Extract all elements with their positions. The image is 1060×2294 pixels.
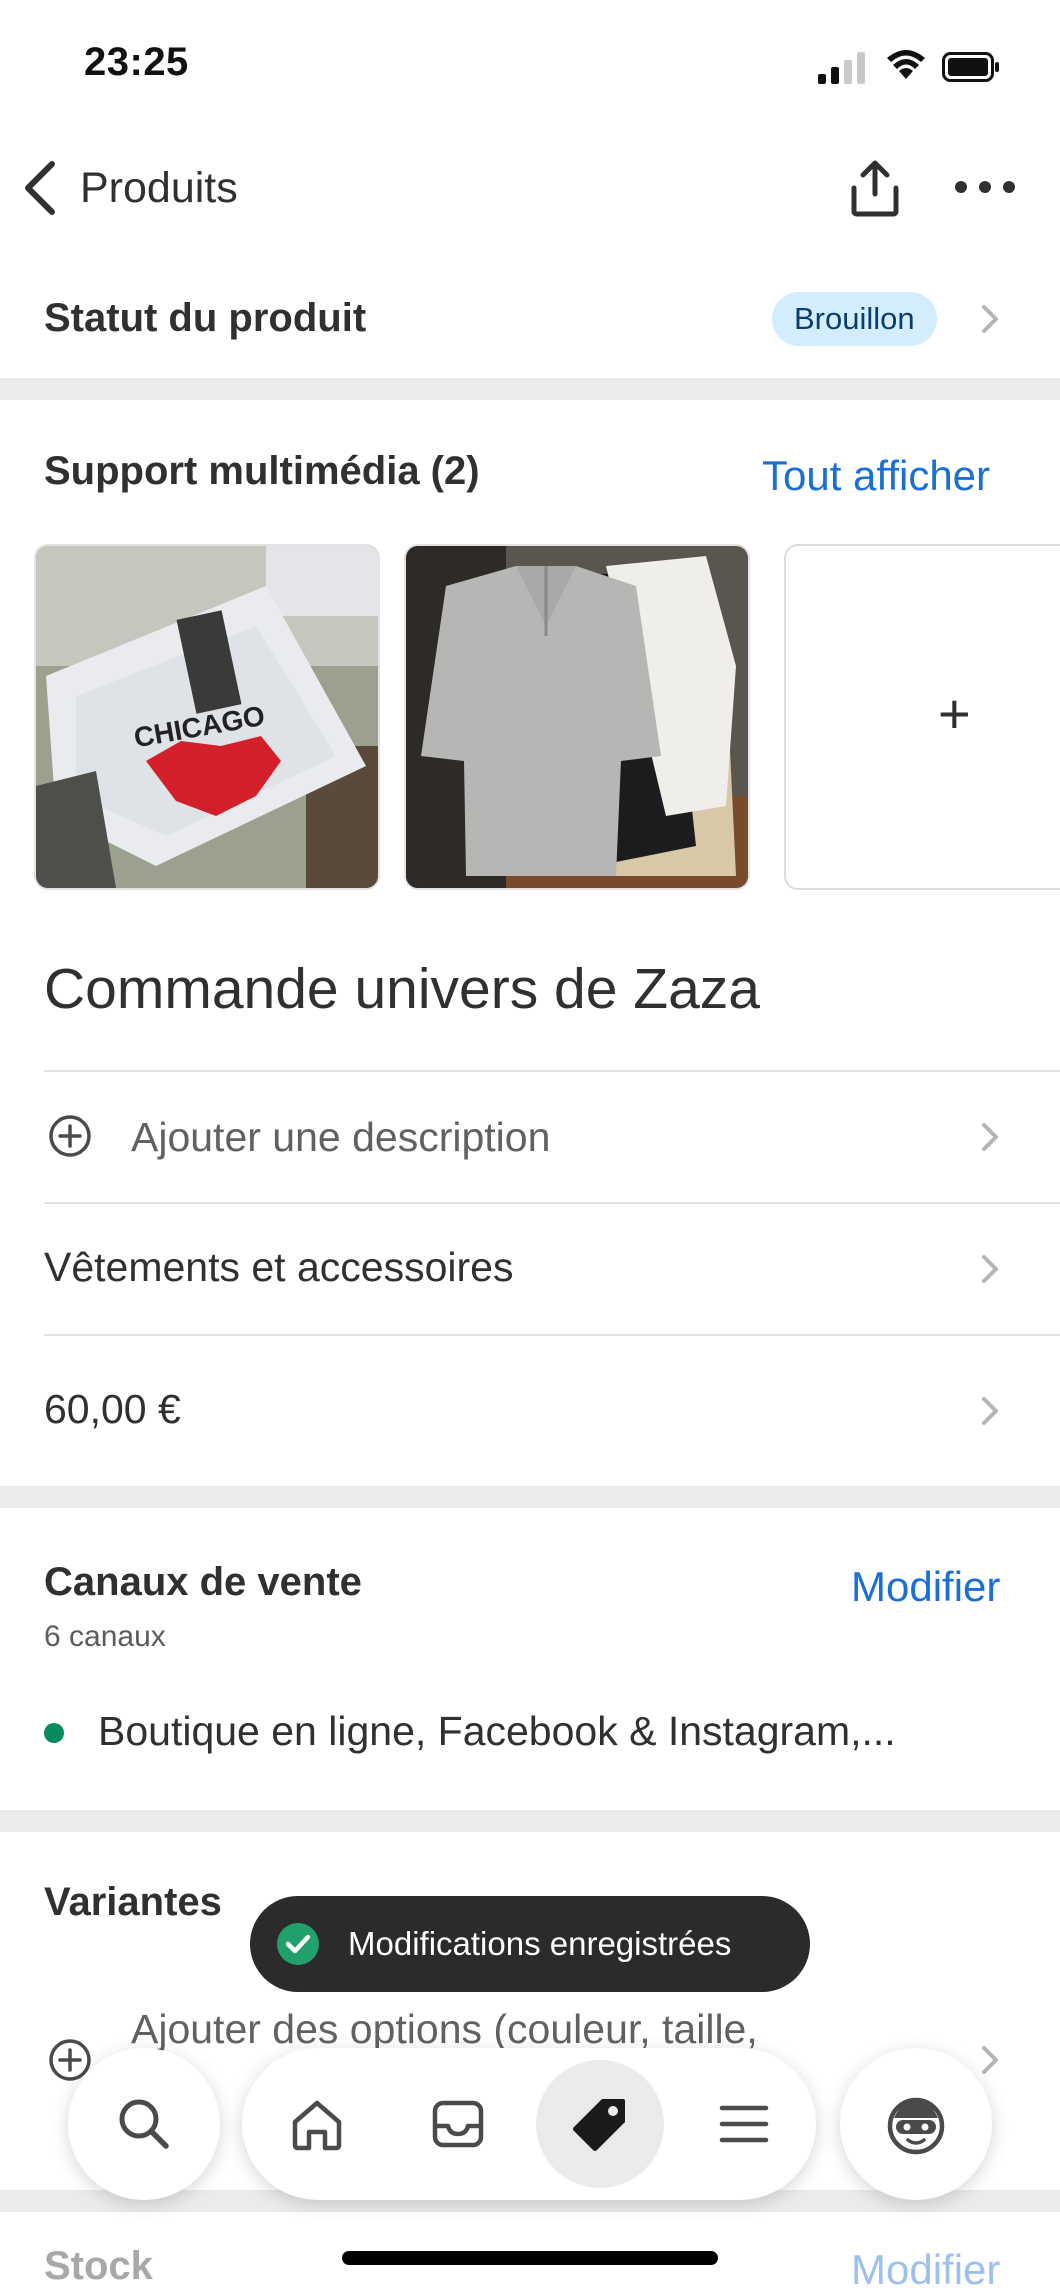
status-time: 23:25 [84, 40, 189, 84]
section-divider [0, 378, 1060, 400]
plus-icon: + [938, 682, 971, 745]
search-button[interactable] [68, 2048, 220, 2200]
toast-notification: Modifications enregistrées [250, 1896, 810, 1992]
assistant-button[interactable] [840, 2048, 992, 2200]
orders-inbox-icon[interactable] [428, 2094, 488, 2154]
check-circle-icon [277, 1923, 319, 1965]
channels-list: Boutique en ligne, Facebook & Instagram,… [98, 1708, 896, 1754]
section-divider [0, 1810, 1060, 1832]
product-photo-grey-polo [406, 546, 748, 888]
toast-message: Modifications enregistrées [348, 1925, 732, 1962]
variants-title: Variantes [44, 1880, 222, 1924]
tag-icon [573, 2099, 625, 2151]
products-tab-active[interactable] [536, 2060, 664, 2188]
main-tab-bar [242, 2048, 816, 2200]
chevron-right-icon[interactable] [980, 303, 1000, 335]
edit-stock-link[interactable]: Modifier [851, 2246, 1000, 2294]
chevron-right-icon[interactable] [980, 1121, 1000, 1153]
back-chevron-icon[interactable] [20, 158, 60, 218]
product-title[interactable]: Commande univers de Zaza [44, 956, 760, 1022]
divider [44, 1334, 1060, 1336]
add-media-button[interactable]: + [784, 544, 1060, 890]
wifi-icon [887, 50, 925, 79]
menu-icon[interactable] [714, 2094, 774, 2154]
channels-count: 6 canaux [44, 1620, 166, 1653]
more-options-icon[interactable] [952, 170, 1018, 204]
cellular-signal-icon [818, 50, 868, 84]
chevron-right-icon[interactable] [980, 1395, 1000, 1427]
chevron-right-icon[interactable] [980, 2044, 1000, 2076]
sales-channels-title: Canaux de vente [44, 1560, 362, 1604]
status-badge[interactable]: Brouillon [772, 292, 937, 346]
product-status-label: Statut du produit [44, 296, 367, 340]
add-options-button[interactable]: Ajouter des options (couleur, taille, [131, 2006, 758, 2053]
channel-active-dot [44, 1723, 64, 1743]
view-all-media-link[interactable]: Tout afficher [762, 452, 990, 500]
divider [44, 1202, 1060, 1204]
battery-icon [942, 52, 999, 82]
chevron-right-icon[interactable] [980, 1253, 1000, 1285]
assistant-avatar-icon [887, 2097, 945, 2155]
add-description-button[interactable]: Ajouter une description [131, 1114, 550, 1161]
category-row[interactable]: Vêtements et accessoires [44, 1244, 513, 1291]
search-icon [119, 2099, 169, 2149]
stock-title: Stock [44, 2244, 153, 2288]
price-row[interactable]: 60,00 € [44, 1386, 181, 1433]
home-icon[interactable] [287, 2094, 347, 2154]
media-thumbnail[interactable]: CHICAGO [34, 544, 380, 890]
back-button-label[interactable]: Produits [80, 164, 238, 213]
media-thumbnail[interactable] [404, 544, 750, 890]
product-photo-white-tshirt: CHICAGO [36, 546, 378, 888]
media-section-title: Support multimédia (2) [44, 449, 480, 493]
add-circle-icon [49, 1115, 91, 1157]
edit-sales-channels-link[interactable]: Modifier [851, 1563, 1000, 1611]
divider [44, 1070, 1060, 1072]
share-icon[interactable] [846, 158, 904, 218]
section-divider [0, 1486, 1060, 1508]
home-indicator [342, 2251, 718, 2265]
